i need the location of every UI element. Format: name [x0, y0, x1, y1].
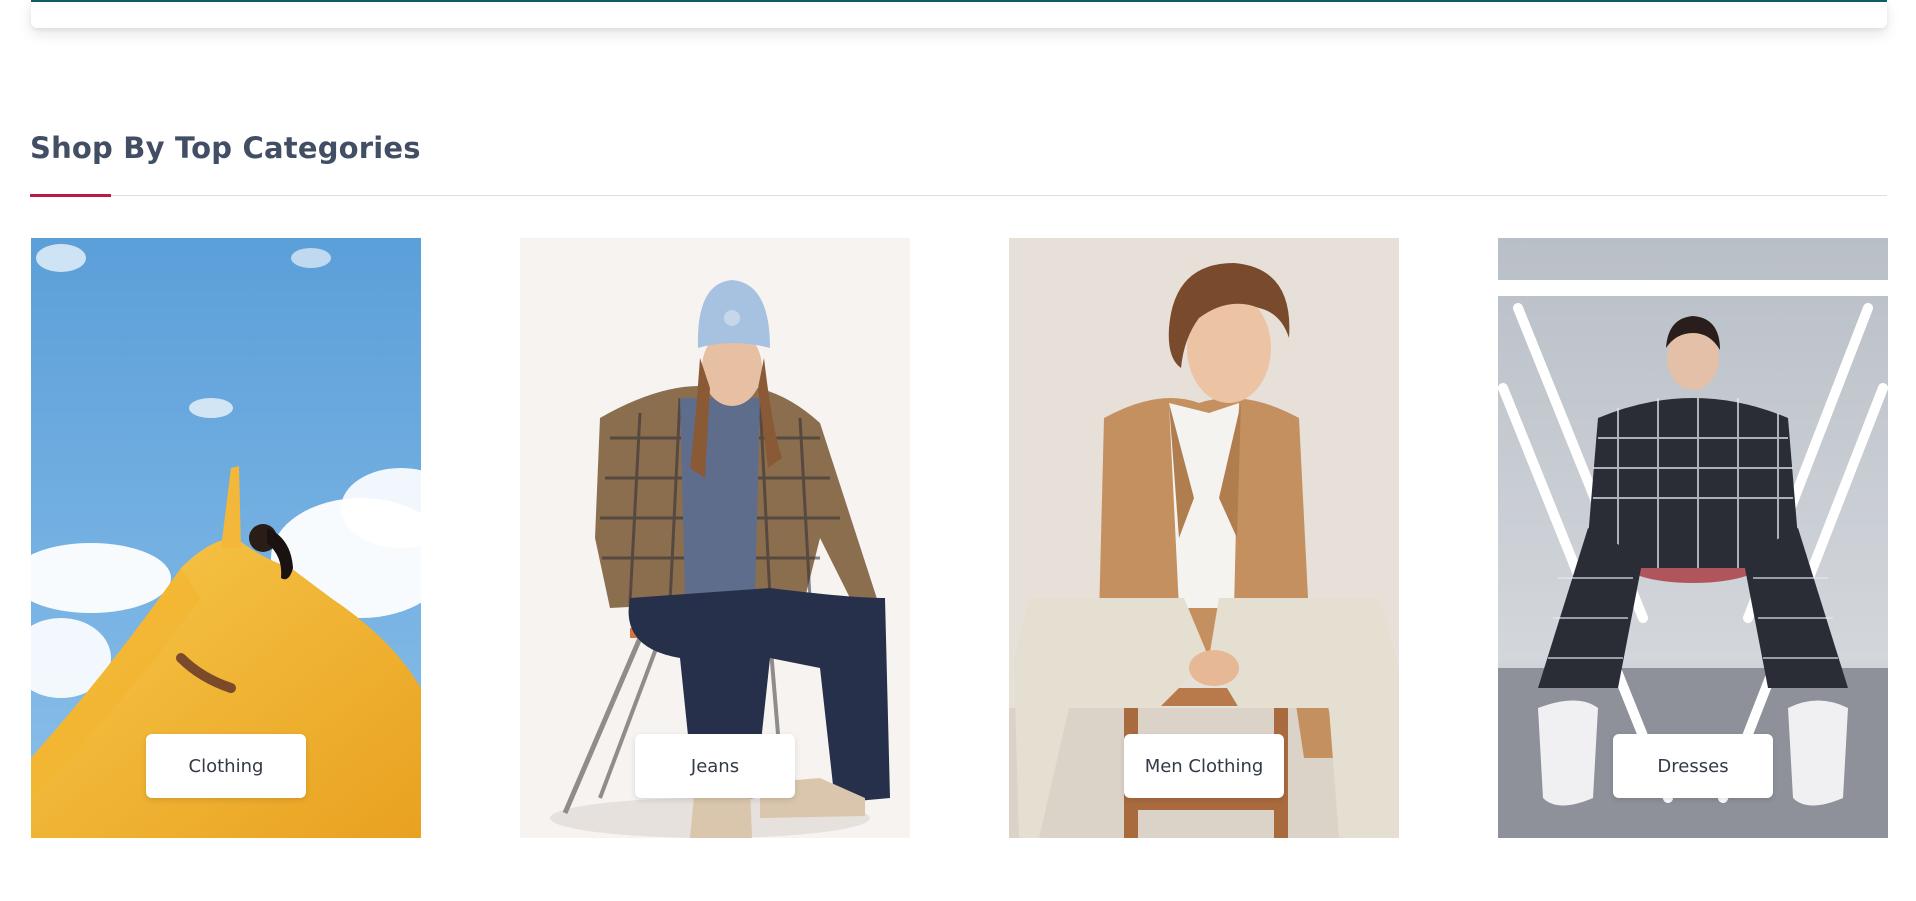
category-card-dresses[interactable]: Dresses	[1498, 238, 1888, 838]
section-title: Shop By Top Categories	[30, 131, 421, 165]
title-accent-bar	[30, 194, 111, 197]
category-label-clothing[interactable]: Clothing	[146, 734, 306, 798]
category-label-dresses[interactable]: Dresses	[1613, 734, 1773, 798]
header-card	[31, 0, 1887, 28]
category-label-jeans[interactable]: Jeans	[635, 734, 795, 798]
title-divider	[30, 195, 1887, 196]
category-card-clothing[interactable]: Clothing	[31, 238, 421, 838]
category-card-men-clothing[interactable]: Men Clothing	[1009, 238, 1399, 838]
category-label-men-clothing[interactable]: Men Clothing	[1124, 734, 1284, 798]
category-card-jeans[interactable]: Jeans	[520, 238, 910, 838]
